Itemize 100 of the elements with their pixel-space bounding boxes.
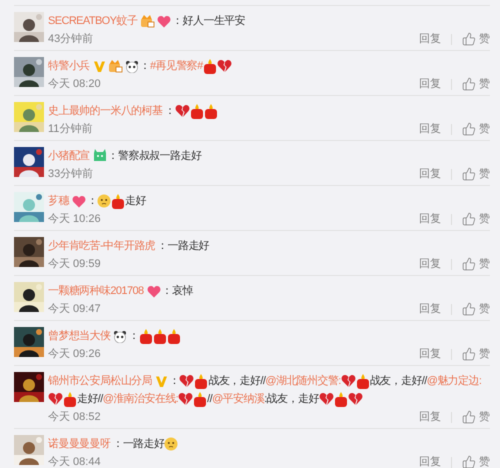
reply-button[interactable]: 回复 — [419, 166, 441, 182]
mention-link[interactable]: @湖北随州交警: — [265, 375, 341, 387]
verified-icon — [92, 60, 106, 73]
comment-text: ： — [164, 105, 175, 117]
reply-button[interactable]: 回复 — [419, 346, 441, 362]
thumbs-up-icon — [462, 77, 476, 91]
like-button[interactable]: 赞 — [462, 346, 490, 362]
comment-text: ： — [169, 375, 180, 387]
comment-time: 43分钟前 — [48, 32, 94, 47]
user-name-link[interactable]: 史上最帅的一米八的柯基 — [48, 105, 162, 117]
comment-text: 战友，走好// — [208, 375, 266, 387]
like-button[interactable]: 赞 — [462, 300, 490, 318]
face-icon — [97, 194, 112, 208]
like-button[interactable]: 赞 — [462, 120, 490, 138]
heart-icon — [146, 284, 161, 298]
thumbs-up-icon — [462, 455, 476, 468]
comment-time: 今天 09:47 — [48, 302, 102, 317]
comment-time: 今天 08:52 — [48, 410, 102, 425]
broken-heart-icon — [348, 392, 363, 406]
candle-icon — [194, 374, 208, 389]
comment-time: 今天 08:44 — [48, 454, 102, 468]
thumbs-up-icon — [462, 212, 476, 226]
reply-button[interactable]: 回复 — [419, 120, 441, 138]
monster-icon — [92, 149, 107, 164]
user-name-link[interactable]: 曾梦想当大侠 — [48, 330, 110, 342]
reply-button[interactable]: 回复 — [419, 454, 441, 468]
mention-link[interactable]: @淮南治安在线: — [102, 393, 178, 405]
like-button[interactable]: 赞 — [462, 30, 490, 48]
thumbs-up-icon — [462, 257, 476, 271]
candle-icon — [166, 328, 181, 344]
thumbs-up-icon — [462, 347, 476, 361]
reply-button[interactable]: 回复 — [419, 408, 441, 426]
thumbs-up-icon — [462, 410, 476, 424]
comment-text: ：一路走好 — [112, 438, 164, 450]
comment-time: 今天 09:26 — [48, 346, 102, 362]
like-button[interactable]: 赞 — [462, 210, 490, 228]
reply-button[interactable]: 回复 — [419, 30, 441, 48]
user-name-link[interactable]: 特警小兵 — [48, 60, 90, 72]
comment-text: 走好// — [77, 393, 103, 405]
candle-icon — [138, 328, 153, 344]
thumbs-up-icon — [462, 122, 476, 136]
like-button[interactable]: 赞 — [462, 166, 490, 182]
candle-icon — [204, 104, 218, 119]
broken-heart-icon — [340, 374, 356, 388]
user-name-link[interactable]: 少年肯吃苦-中年开路虎 — [48, 240, 156, 252]
candle-icon — [152, 328, 167, 344]
comment-text: ：好人一生平安 — [172, 15, 245, 27]
comment-time: 今天 09:59 — [48, 256, 102, 272]
reply-button[interactable]: 回复 — [419, 210, 441, 228]
like-button[interactable]: 赞 — [462, 408, 490, 426]
heart-icon — [157, 14, 172, 28]
comment-time: 33分钟前 — [48, 166, 94, 182]
user-name-link[interactable]: 诺曼曼曼曼呀 — [48, 438, 110, 450]
candle-icon — [193, 392, 208, 407]
candle-icon — [334, 392, 348, 407]
comment-time: 今天 08:20 — [48, 76, 102, 92]
user-name-link[interactable]: 锦州市公安局松山分局 — [48, 375, 152, 387]
like-button[interactable]: 赞 — [462, 76, 490, 92]
broken-heart-icon — [216, 59, 232, 74]
comment-text: ：警察叔叔一路走好 — [108, 150, 202, 162]
mention-link[interactable]: @魅力定边: — [426, 375, 482, 387]
verified-icon — [155, 374, 168, 388]
fan-badge-icon — [108, 59, 123, 74]
face-icon — [164, 437, 178, 452]
heart-icon — [72, 194, 86, 208]
candle-icon — [356, 374, 370, 389]
candle-icon — [202, 58, 217, 74]
user-name-link[interactable]: 小猪配宣 — [48, 150, 90, 162]
mention-link[interactable]: @平安纳溪 — [212, 393, 264, 405]
comment-text: 走好 — [125, 195, 146, 207]
comment-text: 战友，走好// — [370, 375, 427, 387]
broken-heart-icon — [174, 104, 190, 118]
thumbs-up-icon — [462, 32, 476, 46]
like-button[interactable]: 赞 — [462, 256, 490, 272]
comment-text: ：一路走好 — [157, 240, 210, 252]
reply-button[interactable]: 回复 — [419, 256, 441, 272]
comment-text: ： — [128, 330, 139, 342]
broken-heart-icon — [318, 392, 334, 406]
reply-button[interactable]: 回复 — [419, 76, 441, 92]
user-name-link[interactable]: SECREATBOY蚊子 — [48, 15, 138, 27]
broken-heart-icon — [48, 392, 63, 406]
comment-time: 今天 10:26 — [48, 212, 102, 227]
panda-icon — [124, 60, 139, 73]
fan-badge-icon — [140, 14, 156, 28]
comment-text: :战友，走好 — [264, 393, 319, 405]
broken-heart-icon — [179, 374, 194, 388]
comment-time: 11分钟前 — [48, 122, 94, 137]
like-button[interactable]: 赞 — [462, 454, 490, 468]
user-name-link[interactable]: 芗穗 — [48, 195, 69, 207]
thumbs-up-icon — [462, 167, 476, 181]
candle-icon — [111, 194, 126, 209]
thumbs-up-icon — [462, 302, 476, 316]
candle-icon — [190, 104, 204, 119]
panda-icon — [113, 330, 128, 343]
user-name-link[interactable]: 一颗糖两种味201708 — [48, 285, 144, 297]
broken-heart-icon — [178, 392, 194, 406]
mention-link[interactable]: #再见警察# — [150, 60, 203, 72]
reply-button[interactable]: 回复 — [419, 300, 441, 318]
comment-text: ：哀悼 — [162, 285, 193, 297]
comment-text: ： — [86, 195, 98, 207]
